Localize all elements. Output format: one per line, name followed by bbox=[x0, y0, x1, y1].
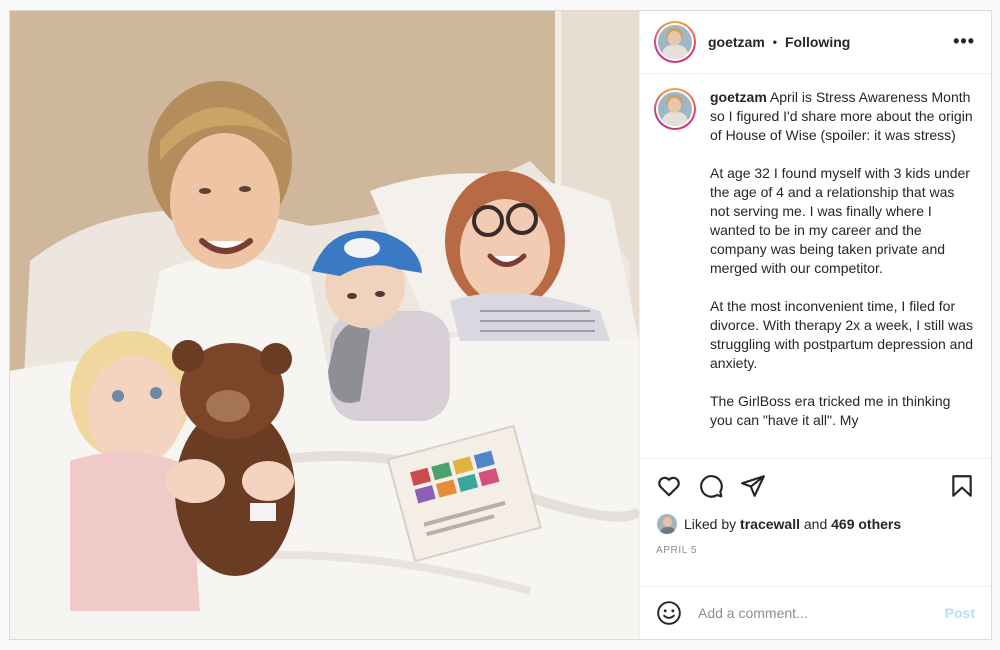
comment-bar: Post bbox=[640, 585, 991, 639]
following-button[interactable]: Following bbox=[785, 34, 850, 50]
family-photo-illustration bbox=[10, 11, 639, 639]
emoji-icon[interactable] bbox=[656, 600, 682, 626]
caption-username[interactable]: goetzam bbox=[710, 89, 767, 105]
post-comment-button[interactable]: Post bbox=[945, 605, 975, 621]
caption-paragraph: At the most inconvenient time, I filed f… bbox=[710, 297, 974, 371]
author-username[interactable]: goetzam bbox=[708, 34, 765, 50]
share-icon[interactable] bbox=[740, 473, 766, 499]
comment-icon[interactable] bbox=[698, 473, 724, 499]
likes-prefix: Liked by bbox=[684, 515, 737, 532]
liker-avatar[interactable] bbox=[656, 512, 678, 535]
post-header: goetzam • Following ••• bbox=[640, 11, 991, 74]
caption-author-avatar[interactable] bbox=[654, 87, 696, 130]
bookmark-icon[interactable] bbox=[949, 473, 975, 499]
heart-icon[interactable] bbox=[656, 473, 682, 499]
author-avatar[interactable] bbox=[654, 20, 696, 63]
post-dialog: goetzam • Following ••• goetzam April is… bbox=[9, 10, 992, 640]
post-side-panel: goetzam • Following ••• goetzam April is… bbox=[639, 11, 991, 639]
caption-text: goetzam April is Stress Awareness Month … bbox=[710, 88, 975, 458]
caption-section: goetzam April is Stress Awareness Month … bbox=[640, 74, 991, 458]
liker-username[interactable]: tracewall bbox=[740, 516, 800, 532]
separator-dot: • bbox=[772, 34, 777, 49]
comment-input[interactable] bbox=[698, 604, 945, 621]
likes-others-link[interactable]: 469 others bbox=[831, 516, 901, 532]
engagement-section: Liked by tracewall and 469 others APRIL … bbox=[640, 457, 991, 586]
more-icon[interactable]: ••• bbox=[953, 31, 975, 52]
post-date[interactable]: APRIL 5 bbox=[656, 545, 975, 556]
action-bar bbox=[656, 459, 975, 513]
likes-summary: Liked by tracewall and 469 others bbox=[656, 512, 975, 535]
post-photo[interactable] bbox=[10, 11, 639, 639]
likes-joiner: and bbox=[803, 515, 828, 532]
caption-paragraph: At age 32 I found myself with 3 kids und… bbox=[710, 164, 970, 276]
caption-paragraph: The GirlBoss era tricked me in thinking … bbox=[710, 392, 951, 428]
